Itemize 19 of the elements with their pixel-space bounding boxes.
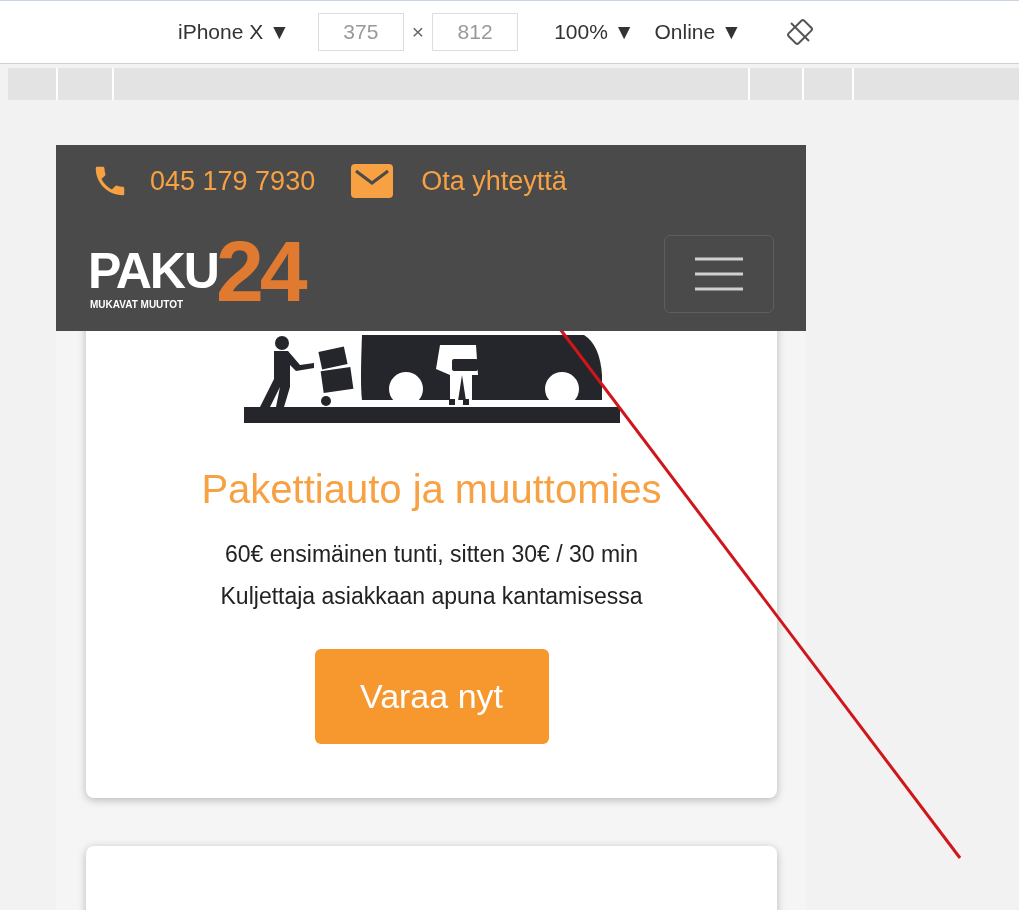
service-title: Pakettiauto ja muuttomies <box>201 466 662 513</box>
height-field[interactable]: 812 <box>432 13 519 51</box>
phone-link[interactable]: 045 179 7930 <box>150 160 316 202</box>
menu-button[interactable] <box>664 235 774 313</box>
menu-icon <box>695 256 743 292</box>
service-description: 60€ ensimäinen tunti, sitten 30€ / 30 min <box>225 540 638 569</box>
service-description: Kuljettaja asiakkaan apuna kantamisessa <box>220 582 643 611</box>
logo-word: PAKU <box>88 246 218 296</box>
book-now-button[interactable]: Varaa nyt <box>314 649 549 744</box>
network-dropdown[interactable]: Online ▼ <box>654 16 742 48</box>
times-sign: × <box>411 19 425 46</box>
contact-link[interactable]: Ota yhteyttä <box>421 160 567 202</box>
mail-icon <box>351 164 394 198</box>
device-dropdown[interactable]: iPhone X ▼ <box>178 16 290 48</box>
zoom-dropdown[interactable]: 100% ▼ <box>554 16 635 48</box>
logo-tagline: MUKAVAT MUUTOT <box>90 300 184 310</box>
rotate-icon[interactable] <box>785 18 814 46</box>
width-field[interactable]: 375 <box>317 13 404 51</box>
logo-number: 24 <box>216 228 304 314</box>
